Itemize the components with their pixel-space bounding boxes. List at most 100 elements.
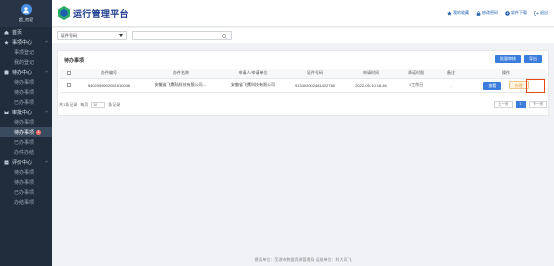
footer: 建设单位：芜湖市数据资源管理局 运维单位：科大讯飞 <box>254 257 352 262</box>
sidebar-group-label: 事项中心 <box>12 39 33 46</box>
favorites-label: 我的收藏 <box>453 10 469 15</box>
chevron-down-icon <box>119 34 123 37</box>
batch-review-button[interactable]: 批量审核 <box>495 55 521 63</box>
sidebar-item[interactable]: 已办事项 <box>0 97 52 107</box>
sidebar-item[interactable]: 待办事项 1 <box>0 127 52 137</box>
page-size-value: 10 <box>93 103 98 107</box>
sidebar-group-1[interactable]: 事项中心 <box>0 37 52 47</box>
sidebar-group-3[interactable]: 审批中心 <box>0 107 52 117</box>
chevron-icon <box>45 70 48 73</box>
chevron-icon <box>45 40 48 43</box>
avatar[interactable] <box>20 4 32 15</box>
sidebar-item[interactable]: 办结事项 <box>0 197 52 207</box>
col-id: 办件编号 <box>78 69 140 79</box>
logout-icon <box>534 10 539 16</box>
search-type-value: 证件号码 <box>61 33 77 38</box>
sidebar-item[interactable]: 待办事项 <box>0 77 52 87</box>
sidebar-item-label: 已办事项 <box>14 139 35 146</box>
sidebar-item[interactable]: 我的登记 <box>0 57 52 67</box>
change-password-label: 修改密码 <box>482 10 498 15</box>
logo[interactable]: 运行管理平台 <box>58 6 129 20</box>
search-input[interactable] <box>132 31 232 40</box>
cell-name-link[interactable]: 安徽省飞鹰陆科技有限公司-... <box>140 78 222 93</box>
sidebar-item[interactable]: 待办事项 <box>0 87 52 97</box>
user-name: 超_何泥 <box>18 17 34 22</box>
pager-info: 共1条记录 每页 10 条记录 <box>59 102 120 108</box>
home-icon <box>4 30 9 35</box>
change-password-link[interactable]: 修改密码 <box>476 10 498 16</box>
cell-id: 5402099902051610046 <box>78 78 140 93</box>
todo-icon <box>4 70 9 75</box>
panel-buttons: 批量审核 导出 <box>495 55 542 63</box>
search-type-select[interactable]: 证件号码 <box>57 31 127 40</box>
sidebar-item[interactable]: 已办事项 <box>0 187 52 197</box>
row-checkbox[interactable] <box>67 82 71 87</box>
eval-icon <box>4 160 9 165</box>
col-ops: 操作 <box>466 69 546 79</box>
highlight-box <box>526 78 545 93</box>
col-deadline: 承诺时限 <box>396 69 436 79</box>
sidebar-item[interactable]: 待办事项 <box>0 167 52 177</box>
pager-controls: 上一页 1 下一页 <box>494 101 547 108</box>
table-row: 5402099902051610046 安徽省飞鹰陆科技有限公司-... 安徽省… <box>60 78 546 93</box>
chevron-icon <box>45 160 48 163</box>
select-all-header[interactable] <box>60 69 78 79</box>
sidebar-item-label: 待办事项 <box>14 79 35 86</box>
download-link[interactable]: 软件下载 <box>505 10 527 16</box>
sidebar-item[interactable]: 事项登记 <box>0 47 52 57</box>
download-icon <box>505 10 510 16</box>
sidebar-item-label: 事项登记 <box>14 49 35 56</box>
sidebar-item-label: 已办事项 <box>14 189 35 196</box>
search-icon[interactable] <box>222 33 227 39</box>
cell-time: 2022-05-10 16:46 <box>346 78 396 93</box>
sidebar-item-label: 待办事项 <box>14 89 35 96</box>
cell-applicant: 安徽省飞鹰科技有限公司 <box>222 78 284 93</box>
next-page-button[interactable]: 下一页 <box>528 101 547 108</box>
cell-deadline: 1工作日 <box>396 78 436 93</box>
star-icon <box>4 40 9 45</box>
logo-icon <box>58 6 70 20</box>
favorites-link[interactable]: 我的收藏 <box>447 10 469 16</box>
logout-label: 退出 <box>540 10 548 15</box>
sidebar-group-4[interactable]: 评价中心 <box>0 157 52 167</box>
page-size-select[interactable]: 10 <box>91 102 106 108</box>
cell-note: - <box>436 78 466 93</box>
sidebar-item[interactable]: 待办事项 <box>0 117 52 127</box>
lock-icon <box>476 10 481 16</box>
sidebar-group-0[interactable]: 首页 <box>0 27 52 37</box>
filter-bar: 证件号码 <box>52 28 554 43</box>
download-label: 软件下载 <box>511 10 527 15</box>
sidebar-item-label: 待办事项 <box>14 129 35 136</box>
pagination: 共1条记录 每页 10 条记录 上一页 1 下一页 <box>57 100 549 112</box>
sidebar-item[interactable]: 办件办结 <box>0 147 52 157</box>
sidebar-group-2[interactable]: 待办中心 <box>0 67 52 77</box>
table-header-row: 办件编号 办件名称 申请人/申请单位 证件号码 申请时间 承诺时限 备注 操作 <box>60 69 546 79</box>
export-button[interactable]: 导出 <box>524 55 542 63</box>
logout-link[interactable]: 退出 <box>534 10 548 16</box>
sidebar-item-label: 办结事项 <box>14 199 35 206</box>
row-select-cell[interactable] <box>60 78 78 93</box>
user-icon <box>23 6 29 13</box>
sidebar-item-label: 已办事项 <box>14 99 35 106</box>
per-page-label: 每页 <box>80 102 89 107</box>
app-title: 运行管理平台 <box>73 8 129 19</box>
sidebar-item-label: 待办事项 <box>14 179 35 186</box>
prev-page-button[interactable]: 上一页 <box>494 101 513 108</box>
select-all-checkbox[interactable] <box>67 70 71 75</box>
col-time: 申请时间 <box>346 69 396 79</box>
view-button[interactable]: 查看 <box>483 81 502 90</box>
col-note: 备注 <box>436 69 466 79</box>
sidebar-item[interactable]: 已办事项 <box>0 137 52 147</box>
user-box: 超_何泥 <box>0 0 52 27</box>
page-1-button[interactable]: 1 <box>515 101 526 108</box>
mail-icon <box>4 110 9 115</box>
sidebar-group-label: 审批中心 <box>12 109 33 116</box>
sidebar: 超_何泥 首页 事项中心 事项登记 我的登记 待办中心 待办事项 待办事项 已办事项 审批中心待… <box>0 0 52 266</box>
sidebar-item-label: 待办事项 <box>14 169 35 176</box>
star-icon <box>447 10 452 15</box>
chevron-icon <box>45 110 48 113</box>
sidebar-item-label: 办件办结 <box>14 149 35 156</box>
per-page-unit: 条记录 <box>108 102 121 107</box>
panel-title: 待办事项 <box>64 58 85 64</box>
sidebar-item[interactable]: 待办事项 <box>0 177 52 187</box>
